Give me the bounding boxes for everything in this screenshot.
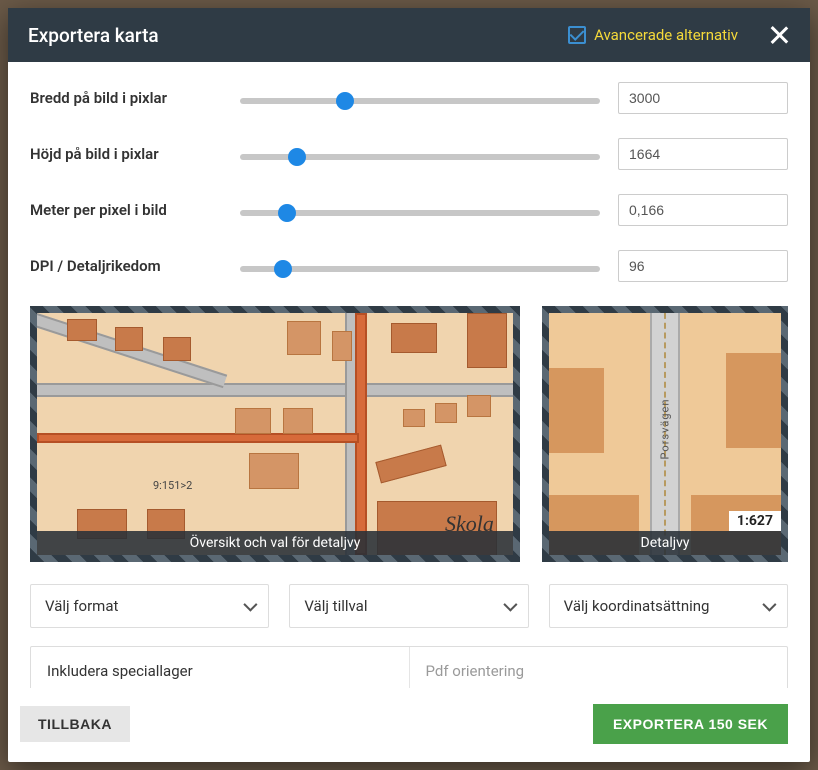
height-label: Höjd på bild i pixlar bbox=[30, 145, 230, 163]
modal-body: Bredd på bild i pixlar Höjd på bild i pi… bbox=[8, 62, 810, 688]
detail-caption: Detaljvy bbox=[549, 531, 781, 555]
export-modal: Exportera karta Avancerade alternativ Br… bbox=[8, 8, 810, 762]
tillval-select[interactable]: Välj tillval bbox=[289, 584, 528, 628]
checkbox-icon bbox=[568, 26, 586, 44]
slider-row-dpi: DPI / Detaljrikedom bbox=[30, 250, 788, 282]
map-lot-label: 9:151>2 bbox=[153, 479, 192, 492]
tillval-select-label: Välj tillval bbox=[304, 597, 367, 615]
mpp-label: Meter per pixel i bild bbox=[30, 201, 230, 219]
slider-row-mpp: Meter per pixel i bild bbox=[30, 194, 788, 226]
height-slider[interactable] bbox=[240, 154, 600, 160]
back-button[interactable]: TILLBAKA bbox=[20, 706, 130, 742]
mpp-slider-wrap bbox=[230, 201, 618, 220]
close-icon[interactable] bbox=[768, 24, 790, 46]
overview-caption: Översikt och val för detaljvy bbox=[37, 531, 513, 555]
modal-title: Exportera karta bbox=[28, 24, 556, 47]
speciallager-select[interactable]: Inkludera speciallager bbox=[31, 647, 410, 688]
advanced-options-label: Avancerade alternativ bbox=[594, 26, 738, 44]
dpi-input[interactable] bbox=[618, 250, 788, 282]
format-select[interactable]: Välj format bbox=[30, 584, 269, 628]
advanced-options-toggle[interactable]: Avancerade alternativ bbox=[568, 26, 738, 44]
height-slider-wrap bbox=[230, 145, 618, 164]
chevron-down-icon bbox=[762, 598, 776, 612]
dpi-label: DPI / Detaljrikedom bbox=[30, 257, 230, 275]
height-input[interactable] bbox=[618, 138, 788, 170]
width-slider-wrap bbox=[230, 89, 618, 108]
koord-select-label: Välj koordinatsättning bbox=[564, 597, 710, 615]
chevron-down-icon bbox=[244, 598, 258, 612]
modal-header: Exportera karta Avancerade alternativ bbox=[8, 8, 810, 62]
mpp-input[interactable] bbox=[618, 194, 788, 226]
chevron-down-icon bbox=[503, 598, 517, 612]
detail-map[interactable]: Porsvägen 1:627 Detaljvy bbox=[542, 306, 788, 562]
width-label: Bredd på bild i pixlar bbox=[30, 89, 230, 107]
scale-badge: 1:627 bbox=[729, 511, 781, 531]
maps-row: Skola 9:151>2 Översikt och val för detal… bbox=[30, 306, 788, 562]
dpi-slider-wrap bbox=[230, 257, 618, 276]
slider-row-height: Höjd på bild i pixlar bbox=[30, 138, 788, 170]
modal-footer: TILLBAKA EXPORTERA 150 SEK bbox=[8, 688, 810, 762]
speciallager-label: Inkludera speciallager bbox=[47, 662, 193, 680]
format-select-label: Välj format bbox=[45, 597, 118, 615]
selects-row-2: Inkludera speciallager Pdf orientering bbox=[30, 646, 788, 688]
slider-row-width: Bredd på bild i pixlar bbox=[30, 82, 788, 114]
export-button[interactable]: EXPORTERA 150 SEK bbox=[593, 704, 788, 744]
mpp-slider[interactable] bbox=[240, 210, 600, 216]
pdf-orientation-label: Pdf orientering bbox=[426, 662, 525, 680]
pdf-orientation-select[interactable]: Pdf orientering bbox=[410, 647, 788, 688]
koord-select[interactable]: Välj koordinatsättning bbox=[549, 584, 788, 628]
width-slider[interactable] bbox=[240, 98, 600, 104]
width-input[interactable] bbox=[618, 82, 788, 114]
road-name-label: Porsvägen bbox=[659, 399, 672, 460]
dpi-slider[interactable] bbox=[240, 266, 600, 272]
selects-row-1: Välj format Välj tillval Välj koordinats… bbox=[30, 584, 788, 628]
overview-map[interactable]: Skola 9:151>2 Översikt och val för detal… bbox=[30, 306, 520, 562]
